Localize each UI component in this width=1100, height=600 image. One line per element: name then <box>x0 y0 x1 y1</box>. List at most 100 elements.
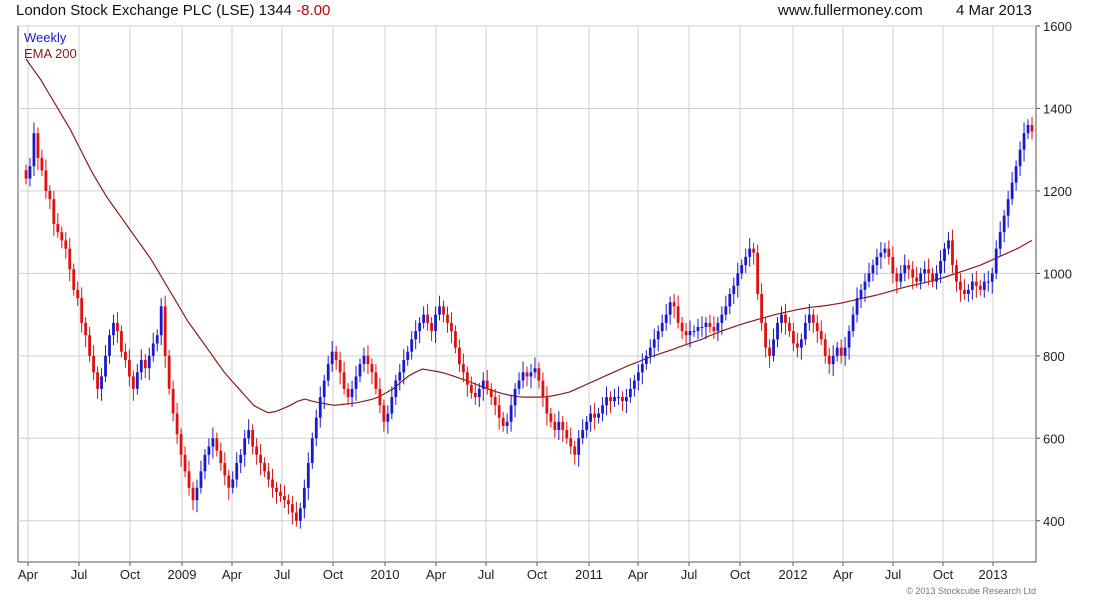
candle <box>259 444 263 476</box>
candle <box>784 303 787 335</box>
candle <box>24 164 28 185</box>
candle <box>183 446 187 478</box>
candle-body <box>780 314 783 323</box>
candle-body <box>990 273 994 282</box>
candle-body <box>207 446 211 455</box>
candle-body <box>263 463 266 472</box>
candle <box>44 159 48 199</box>
candle-body <box>322 380 326 398</box>
candle <box>994 240 998 280</box>
candle <box>521 361 525 389</box>
candle-body <box>378 388 382 406</box>
candle <box>454 325 457 354</box>
candle-body <box>593 413 597 418</box>
candle <box>434 306 437 344</box>
candle-body <box>831 355 835 365</box>
candle <box>907 259 911 280</box>
x-tick-label: 2012 <box>779 567 808 582</box>
candle-body <box>44 170 48 191</box>
candle <box>370 358 374 385</box>
candle <box>541 372 545 407</box>
candle-body <box>636 372 640 381</box>
candle-body <box>485 380 489 389</box>
candle <box>187 460 191 496</box>
candle <box>831 345 835 377</box>
candle-body <box>871 265 875 274</box>
candle-body <box>231 479 235 488</box>
x-tick-label: Apr <box>833 567 854 582</box>
candle <box>32 122 36 177</box>
candle <box>211 427 215 459</box>
candle-body <box>135 372 139 389</box>
x-tick-label: Jul <box>478 567 495 582</box>
candle <box>823 333 827 364</box>
candle <box>847 325 851 360</box>
candle <box>978 279 982 296</box>
candle <box>676 295 680 329</box>
candle-body <box>795 343 799 348</box>
candle-body <box>756 252 760 294</box>
candle-body <box>382 405 386 422</box>
candle <box>163 295 167 368</box>
candle <box>326 355 330 387</box>
candle <box>577 430 581 467</box>
candle-body <box>688 331 692 336</box>
candle <box>243 430 247 467</box>
candle-body <box>171 388 175 414</box>
candle <box>943 242 946 273</box>
candle <box>788 317 791 337</box>
candle <box>589 405 593 432</box>
candle <box>593 402 597 430</box>
candle-body <box>306 463 310 488</box>
candle <box>998 221 1002 257</box>
candle-body <box>660 322 664 332</box>
candle <box>955 259 958 292</box>
candle <box>287 494 290 515</box>
candle-body <box>656 331 660 340</box>
candle-body <box>60 232 64 241</box>
candle <box>334 345 338 370</box>
candle <box>450 312 453 344</box>
candle-body <box>760 294 764 323</box>
candle <box>271 468 274 498</box>
candle <box>112 314 115 346</box>
candle-body <box>692 331 696 333</box>
candle <box>704 317 708 339</box>
candle <box>223 452 227 486</box>
candle-body <box>799 339 803 348</box>
candle-body <box>986 281 990 283</box>
candle <box>533 357 537 379</box>
candle <box>851 306 855 337</box>
candle-body <box>203 454 207 472</box>
candle-body <box>426 314 430 323</box>
candle-body <box>1030 124 1034 132</box>
candle-body <box>970 281 974 290</box>
plot-frame <box>17 25 1037 563</box>
candle <box>625 388 628 414</box>
candle-body <box>64 240 68 249</box>
candle-body <box>370 364 374 373</box>
candle-body <box>951 240 954 266</box>
candle-body <box>628 388 632 398</box>
candle-body <box>259 454 263 464</box>
candle <box>959 273 962 302</box>
candle-body <box>310 438 314 464</box>
candle <box>640 353 644 385</box>
candle-body <box>223 463 227 476</box>
candle <box>275 482 278 504</box>
candle-body <box>903 265 907 274</box>
candle-body <box>68 248 72 270</box>
candle-body <box>271 479 274 488</box>
candle <box>207 438 211 465</box>
candle <box>247 419 251 445</box>
candle-body <box>167 355 171 389</box>
candle <box>84 317 88 348</box>
candle <box>446 306 449 333</box>
candle-body <box>708 322 712 327</box>
candle <box>410 331 414 360</box>
candle-body <box>195 487 199 501</box>
x-tick-label: Apr <box>18 567 39 582</box>
candle-body <box>402 359 406 373</box>
candle-body <box>704 322 708 327</box>
candle <box>644 350 648 370</box>
